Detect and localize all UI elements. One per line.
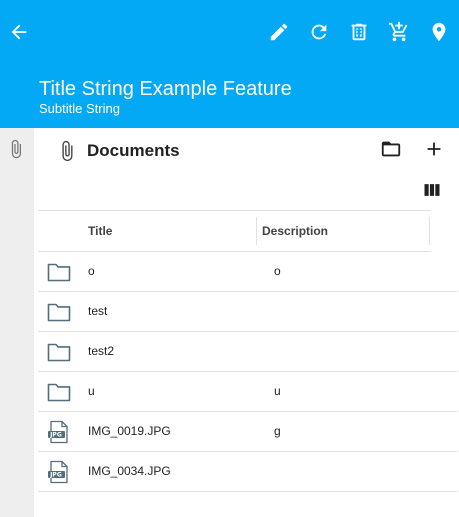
cell-description: u: [274, 384, 281, 398]
side-rail-attachment-button[interactable]: [6, 137, 26, 161]
documents-panel: Documents Title Description oo test test…: [34, 128, 459, 517]
edit-button[interactable]: [265, 18, 293, 46]
cell-title: test2: [88, 344, 115, 358]
folder-icon: [46, 340, 72, 364]
documents-title: Documents: [87, 141, 180, 160]
attachment-icon: [11, 139, 21, 159]
refresh-button[interactable]: [305, 18, 333, 46]
add-cart-icon: [388, 21, 408, 42]
folder-icon: [46, 380, 72, 404]
page-title: Title String Example Feature: [39, 78, 292, 100]
documents-header-icon: [56, 138, 78, 164]
column-header-description[interactable]: Description: [262, 211, 328, 251]
folder-icon: [381, 141, 401, 157]
jpg-file-icon: JPG: [46, 420, 72, 444]
new-folder-button[interactable]: [378, 136, 404, 162]
back-button[interactable]: [5, 18, 33, 46]
attachment-icon: [62, 140, 73, 162]
table-row[interactable]: JPG IMG_0019.JPG g: [38, 412, 457, 452]
delete-icon: [351, 23, 367, 41]
cell-description: o: [274, 264, 281, 278]
folder-icon: [46, 260, 72, 284]
svg-text:JPG: JPG: [49, 432, 62, 439]
app-bar: Title String Example Feature Subtitle St…: [0, 0, 459, 128]
arrow-back-icon: [11, 24, 27, 40]
cell-title: u: [88, 384, 95, 398]
add-icon: [427, 142, 441, 156]
cell-title: test: [88, 304, 108, 318]
add-cart-button[interactable]: [385, 18, 413, 46]
add-document-button[interactable]: [421, 136, 447, 162]
location-icon: [432, 22, 446, 42]
location-button[interactable]: [425, 18, 453, 46]
documents-table: Title Description oo test test2 uu JPG I…: [38, 210, 457, 492]
side-rail: [0, 128, 34, 517]
table-row[interactable]: test: [38, 292, 457, 332]
svg-text:JPG: JPG: [49, 472, 62, 479]
table-header: Title Description: [38, 210, 431, 252]
folder-icon: [46, 300, 72, 324]
column-resize-handle[interactable]: [429, 217, 430, 245]
cell-title: IMG_0034.JPG: [88, 464, 171, 478]
page-subtitle: Subtitle String: [39, 101, 120, 116]
cell-description: g: [274, 424, 281, 438]
edit-icon: [270, 23, 288, 41]
table-row[interactable]: JPG IMG_0034.JPG: [38, 452, 457, 492]
column-header-title[interactable]: Title: [88, 211, 112, 251]
table-row[interactable]: oo: [38, 252, 457, 292]
column-chooser-button[interactable]: [420, 178, 444, 202]
table-body: oo test test2 uu JPG IMG_0019.JPG g JPG I…: [38, 252, 457, 492]
cell-title: IMG_0019.JPG: [88, 424, 171, 438]
table-row[interactable]: uu: [38, 372, 457, 412]
jpg-file-icon: JPG: [46, 460, 72, 484]
column-resize-handle[interactable]: [256, 217, 257, 245]
columns-icon: [424, 184, 440, 196]
table-row[interactable]: test2: [38, 332, 457, 372]
refresh-icon: [311, 24, 327, 40]
cell-title: o: [88, 264, 95, 278]
delete-button[interactable]: [345, 18, 373, 46]
